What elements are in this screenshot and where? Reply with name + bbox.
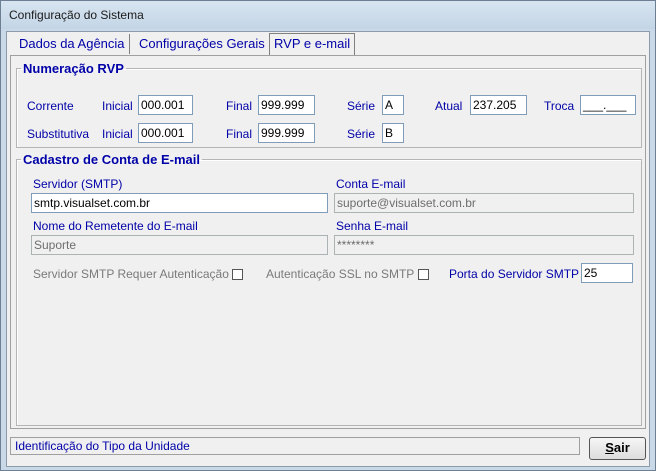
tab-panel-rvp-email: Numeração RVP Corrente Inicial 000.001 F… <box>10 55 646 429</box>
rvp-group: Numeração RVP Corrente Inicial 000.001 F… <box>16 61 642 148</box>
remetente-input[interactable]: Suporte <box>31 235 328 255</box>
rvp-legend: Numeração RVP <box>23 61 124 76</box>
tab-dados-agencia[interactable]: Dados da Agência <box>15 34 130 54</box>
conta-email-input[interactable]: suporte@visualset.com.br <box>334 193 634 213</box>
conta-email-label: Conta E-mail <box>336 177 406 191</box>
corrente-inicial-input[interactable]: 000.001 <box>138 95 193 115</box>
porta-smtp-input[interactable]: 25 <box>581 263 633 283</box>
requer-autenticacao-label: Servidor SMTP Requer Autenticação <box>33 267 229 281</box>
status-text: Identificação do Tipo da Unidade <box>15 439 190 453</box>
senha-email-label: Senha E-mail <box>336 219 409 233</box>
requer-autenticacao-checkbox[interactable] <box>232 269 243 280</box>
corrente-final-label: Final <box>226 99 253 113</box>
exit-button-accel: S <box>605 440 614 455</box>
title-bar[interactable]: Configuração do Sistema <box>1 1 655 29</box>
corrente-atual-label: Atual <box>435 99 463 113</box>
ssl-smtp-label: Autenticação SSL no SMTP <box>266 267 415 281</box>
servidor-smtp-input[interactable]: smtp.visualset.com.br <box>31 193 328 213</box>
exit-button[interactable]: Sair <box>589 437 646 460</box>
corrente-atual-input[interactable]: 237.205 <box>470 95 527 115</box>
ssl-smtp-checkbox[interactable] <box>418 269 429 280</box>
window-title: Configuração do Sistema <box>9 8 144 22</box>
tab-rvp-email[interactable]: RVP e e-mail <box>269 33 356 55</box>
exit-button-rest: air <box>613 440 630 455</box>
substitutiva-serie-label: Série <box>347 127 376 141</box>
corrente-serie-input[interactable]: A <box>382 95 404 115</box>
substitutiva-inicial-input[interactable]: 000.001 <box>138 123 193 143</box>
substitutiva-label: Substitutiva <box>27 127 90 141</box>
remetente-label: Nome do Remetente do E-mail <box>33 219 198 233</box>
email-legend: Cadastro de Conta de E-mail <box>23 152 200 167</box>
substitutiva-inicial-label: Inicial <box>102 127 133 141</box>
corrente-inicial-label: Inicial <box>102 99 133 113</box>
corrente-troca-label: Troca <box>544 99 575 113</box>
senha-email-input[interactable]: ******** <box>334 235 634 255</box>
tab-configuracoes-gerais[interactable]: Configurações Gerais <box>135 34 270 54</box>
substitutiva-final-label: Final <box>226 127 253 141</box>
porta-smtp-label: Porta do Servidor SMTP <box>449 267 580 281</box>
email-group: Cadastro de Conta de E-mail Servidor (SM… <box>16 152 642 426</box>
corrente-label: Corrente <box>27 99 74 113</box>
substitutiva-serie-input[interactable]: B <box>382 123 404 143</box>
config-window: Configuração do Sistema Dados da Agência… <box>0 0 656 471</box>
status-bar: Identificação do Tipo da Unidade <box>10 437 580 455</box>
corrente-final-input[interactable]: 999.999 <box>258 95 315 115</box>
corrente-serie-label: Série <box>347 99 376 113</box>
servidor-smtp-label: Servidor (SMTP) <box>33 177 123 191</box>
corrente-troca-input[interactable]: ___.___ <box>580 95 636 115</box>
substitutiva-final-input[interactable]: 999.999 <box>258 123 315 143</box>
window-client-area: Dados da Agência Configurações Gerais RV… <box>6 31 650 467</box>
